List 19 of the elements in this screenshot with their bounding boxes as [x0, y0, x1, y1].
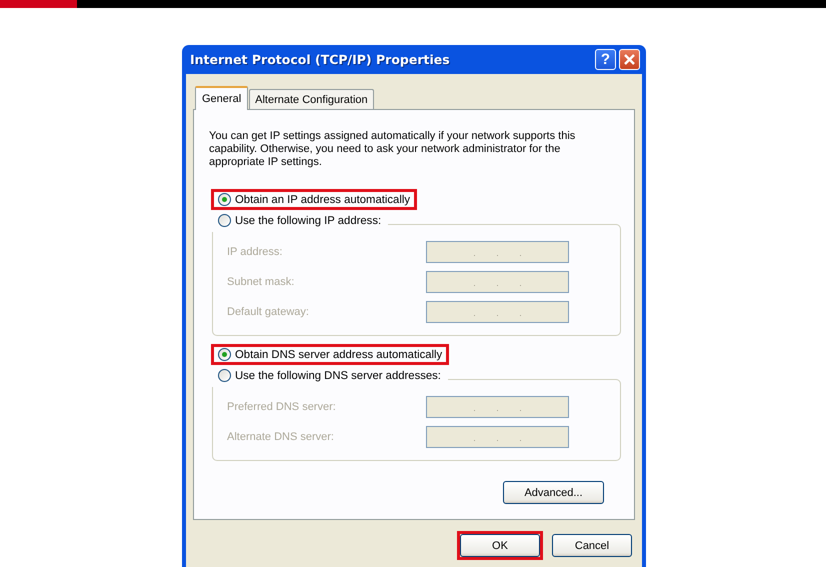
help-button[interactable]: ? — [595, 49, 616, 70]
tab[interactable]: General — [195, 86, 248, 110]
dialog-button[interactable]: Cancel — [552, 534, 632, 557]
radio-button[interactable]: Use the following DNS server addresses: — [216, 369, 443, 382]
advanced-button[interactable]: Advanced... — [503, 481, 604, 504]
field-label: Subnet mask: — [227, 276, 296, 288]
field-label: IP address: — [227, 246, 284, 258]
dialog-button[interactable]: OK — [460, 534, 540, 557]
field-label: Alternate DNS server: — [227, 431, 335, 443]
window-title: Internet Protocol (TCP/IP) Properties — [190, 52, 451, 67]
radio-button[interactable]: Use the following IP address: — [216, 214, 384, 227]
close-icon — [623, 53, 636, 66]
radio-button[interactable]: Obtain DNS server address automatically — [216, 348, 444, 361]
close-button[interactable] — [619, 49, 640, 70]
field-label: Default gateway: — [227, 306, 310, 318]
description-text: You can get IP settings assigned automatically if your network supports this capability. Otherwise, you need to ask your network administrator for the appropriate IP settings. — [209, 130, 576, 169]
field-label: Preferred DNS server: — [227, 401, 337, 413]
tab[interactable]: Alternate Configuration — [249, 89, 374, 109]
radio-button[interactable]: Obtain an IP address automatically — [216, 193, 412, 206]
